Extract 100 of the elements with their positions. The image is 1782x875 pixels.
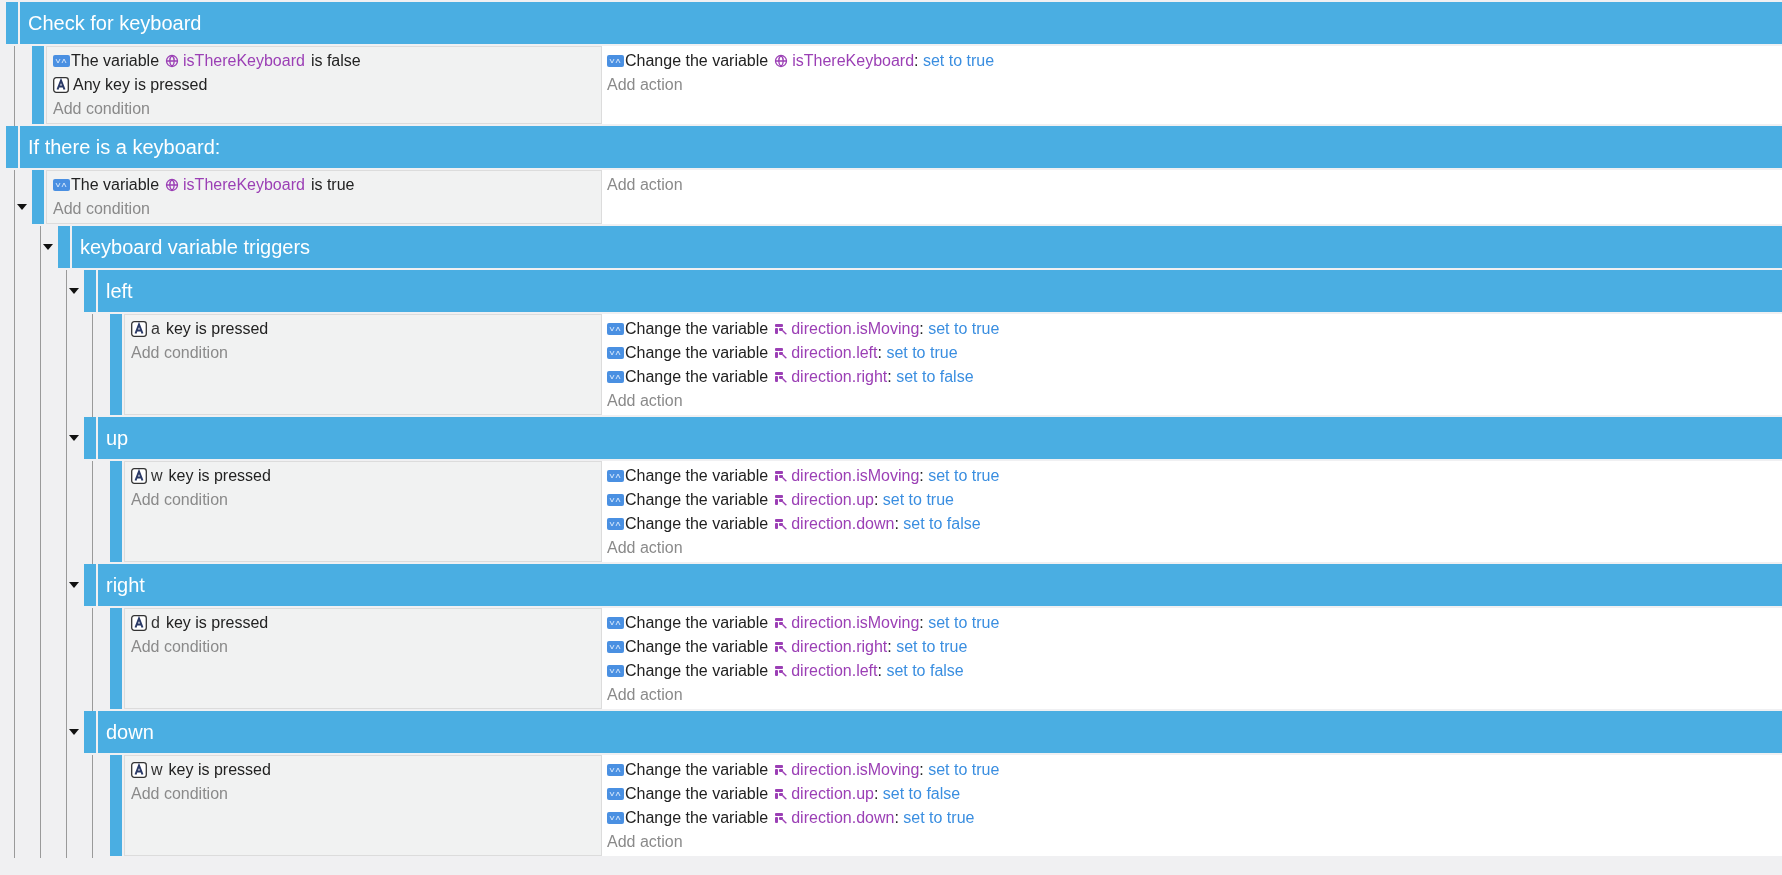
event-strip[interactable] <box>32 46 44 124</box>
collapse-arrow-icon[interactable] <box>68 433 80 443</box>
key-icon <box>131 321 147 337</box>
action-text: Change the variable <box>625 614 769 632</box>
variable-icon <box>607 788 624 800</box>
structure-icon <box>774 664 789 678</box>
action-text: Change the variable <box>625 52 769 70</box>
variable-name: isThereKeyboard <box>183 52 305 70</box>
globe-icon <box>165 177 181 193</box>
group-header[interactable]: left <box>98 270 1782 312</box>
variable-icon <box>607 812 624 824</box>
add-action-link[interactable]: Add action <box>607 833 683 851</box>
variable-assignment: direction.left: set to true <box>791 344 958 362</box>
condition-text: key is pressed <box>165 614 269 632</box>
variable-icon <box>53 55 70 67</box>
action-text: Change the variable <box>625 809 769 827</box>
add-condition-link[interactable]: Add condition <box>131 491 228 509</box>
structure-icon <box>774 811 789 825</box>
structure-icon <box>774 517 789 531</box>
add-action-link[interactable]: Add action <box>607 176 683 194</box>
collapse-arrow-icon[interactable] <box>68 286 80 296</box>
collapse-arrow-icon[interactable] <box>16 202 28 212</box>
action-text: Change the variable <box>625 368 769 386</box>
group-header[interactable]: Check for keyboard <box>20 2 1782 44</box>
add-action-link[interactable]: Add action <box>607 539 683 557</box>
event-strip[interactable] <box>110 755 122 856</box>
structure-icon <box>774 616 789 630</box>
collapse-arrow-icon[interactable] <box>68 727 80 737</box>
structure-icon <box>774 763 789 777</box>
structure-icon <box>774 787 789 801</box>
action-text: Change the variable <box>625 515 769 533</box>
key-icon <box>131 468 147 484</box>
variable-icon <box>607 470 624 482</box>
collapse-arrow-icon[interactable] <box>68 580 80 590</box>
variable-icon <box>607 518 624 530</box>
key-name: d <box>151 614 160 632</box>
structure-icon <box>774 493 789 507</box>
key-icon <box>131 762 147 778</box>
event-strip[interactable] <box>6 126 18 168</box>
variable-icon <box>607 665 624 677</box>
variable-assignment: direction.right: set to true <box>791 638 968 656</box>
variable-assignment: direction.up: set to true <box>791 491 954 509</box>
action-text: Change the variable <box>625 761 769 779</box>
structure-icon <box>774 640 789 654</box>
key-name: a <box>151 320 160 338</box>
condition-text: Any key is pressed <box>73 76 208 94</box>
variable-icon <box>607 641 624 653</box>
event-strip[interactable] <box>110 461 122 562</box>
group-header[interactable]: If there is a keyboard: <box>20 126 1782 168</box>
variable-assignment: direction.isMoving: set to true <box>791 761 1000 779</box>
group-header[interactable]: down <box>98 711 1782 753</box>
variable-assignment: direction.isMoving: set to true <box>791 467 1000 485</box>
variable-icon <box>607 764 624 776</box>
action-text: Change the variable <box>625 638 769 656</box>
event-strip[interactable] <box>6 2 18 44</box>
structure-icon <box>774 322 789 336</box>
variable-assignment: direction.down: set to true <box>791 809 975 827</box>
structure-icon <box>774 346 789 360</box>
add-condition-link[interactable]: Add condition <box>131 785 228 803</box>
structure-icon <box>774 469 789 483</box>
event-strip[interactable] <box>110 608 122 709</box>
action-text: Change the variable <box>625 785 769 803</box>
condition-text: The variable <box>71 176 160 194</box>
variable-assignment: direction.down: set to false <box>791 515 981 533</box>
variable-assignment: direction.left: set to false <box>791 662 964 680</box>
globe-icon <box>774 53 790 69</box>
key-icon <box>131 615 147 631</box>
variable-assignment: isThereKeyboard: set to true <box>792 52 995 70</box>
action-text: Change the variable <box>625 344 769 362</box>
group-header[interactable]: up <box>98 417 1782 459</box>
group-header[interactable]: keyboard variable triggers <box>72 226 1782 268</box>
globe-icon <box>165 53 181 69</box>
key-name: w <box>151 467 163 485</box>
variable-icon <box>607 494 624 506</box>
key-name: w <box>151 761 163 779</box>
action-text: Change the variable <box>625 662 769 680</box>
condition-text: key is pressed <box>168 467 271 485</box>
event-strip[interactable] <box>110 314 122 415</box>
variable-assignment: direction.up: set to false <box>791 785 961 803</box>
variable-icon <box>607 371 624 383</box>
collapse-arrow-icon[interactable] <box>42 242 54 252</box>
add-action-link[interactable]: Add action <box>607 76 683 94</box>
action-text: Change the variable <box>625 491 769 509</box>
condition-text: key is pressed <box>168 761 271 779</box>
add-condition-link[interactable]: Add condition <box>131 344 228 362</box>
add-action-link[interactable]: Add action <box>607 686 683 704</box>
condition-text: The variable <box>71 52 160 70</box>
group-header[interactable]: right <box>98 564 1782 606</box>
add-condition-link[interactable]: Add condition <box>53 100 150 118</box>
add-action-link[interactable]: Add action <box>607 392 683 410</box>
variable-icon <box>607 617 624 629</box>
action-text: Change the variable <box>625 320 769 338</box>
variable-assignment: direction.isMoving: set to true <box>791 320 1000 338</box>
variable-icon <box>607 347 624 359</box>
variable-assignment: direction.isMoving: set to true <box>791 614 1000 632</box>
variable-icon <box>607 323 624 335</box>
condition-text: is false <box>310 52 361 70</box>
structure-icon <box>774 370 789 384</box>
add-condition-link[interactable]: Add condition <box>53 200 150 218</box>
add-condition-link[interactable]: Add condition <box>131 638 228 656</box>
